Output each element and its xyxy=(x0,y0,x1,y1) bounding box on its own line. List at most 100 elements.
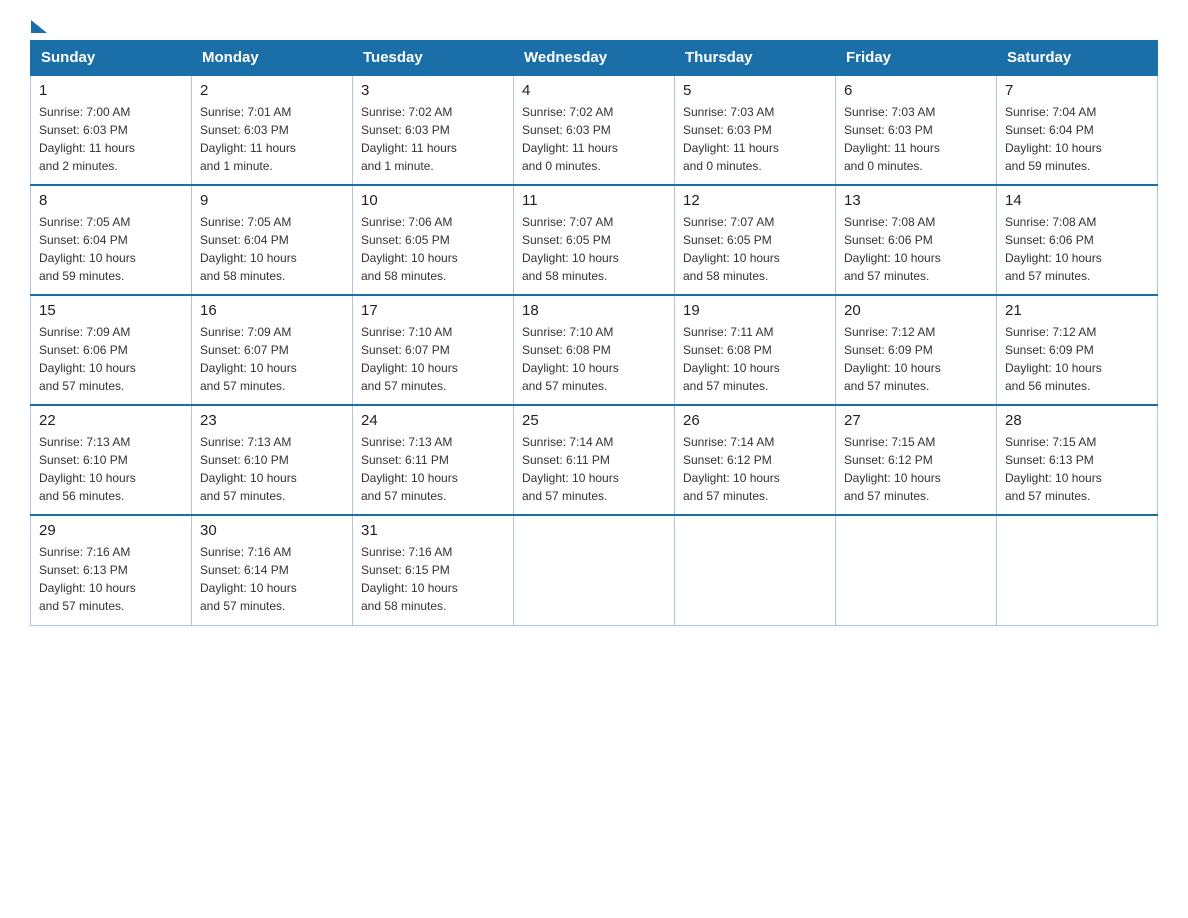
calendar-header-friday: Friday xyxy=(836,41,997,76)
calendar-cell: 22 Sunrise: 7:13 AMSunset: 6:10 PMDaylig… xyxy=(31,405,192,515)
day-info: Sunrise: 7:05 AMSunset: 6:04 PMDaylight:… xyxy=(39,215,136,283)
day-number: 24 xyxy=(361,412,505,429)
calendar-cell xyxy=(836,515,997,625)
day-info: Sunrise: 7:16 AMSunset: 6:15 PMDaylight:… xyxy=(361,545,458,613)
calendar-week-row: 1 Sunrise: 7:00 AMSunset: 6:03 PMDayligh… xyxy=(31,75,1158,185)
day-number: 4 xyxy=(522,82,666,99)
calendar-cell: 12 Sunrise: 7:07 AMSunset: 6:05 PMDaylig… xyxy=(675,185,836,295)
calendar-cell: 28 Sunrise: 7:15 AMSunset: 6:13 PMDaylig… xyxy=(997,405,1158,515)
calendar-cell: 8 Sunrise: 7:05 AMSunset: 6:04 PMDayligh… xyxy=(31,185,192,295)
calendar-cell: 3 Sunrise: 7:02 AMSunset: 6:03 PMDayligh… xyxy=(353,75,514,185)
day-info: Sunrise: 7:08 AMSunset: 6:06 PMDaylight:… xyxy=(1005,215,1102,283)
day-info: Sunrise: 7:14 AMSunset: 6:12 PMDaylight:… xyxy=(683,435,780,503)
calendar-cell: 2 Sunrise: 7:01 AMSunset: 6:03 PMDayligh… xyxy=(192,75,353,185)
day-number: 19 xyxy=(683,302,827,319)
day-number: 25 xyxy=(522,412,666,429)
day-info: Sunrise: 7:14 AMSunset: 6:11 PMDaylight:… xyxy=(522,435,619,503)
calendar-cell: 26 Sunrise: 7:14 AMSunset: 6:12 PMDaylig… xyxy=(675,405,836,515)
day-info: Sunrise: 7:13 AMSunset: 6:11 PMDaylight:… xyxy=(361,435,458,503)
calendar-table: SundayMondayTuesdayWednesdayThursdayFrid… xyxy=(30,40,1158,626)
day-info: Sunrise: 7:13 AMSunset: 6:10 PMDaylight:… xyxy=(200,435,297,503)
day-info: Sunrise: 7:13 AMSunset: 6:10 PMDaylight:… xyxy=(39,435,136,503)
calendar-cell: 19 Sunrise: 7:11 AMSunset: 6:08 PMDaylig… xyxy=(675,295,836,405)
logo-triangle-icon xyxy=(31,20,47,33)
calendar-cell: 16 Sunrise: 7:09 AMSunset: 6:07 PMDaylig… xyxy=(192,295,353,405)
day-info: Sunrise: 7:09 AMSunset: 6:07 PMDaylight:… xyxy=(200,325,297,393)
calendar-cell: 5 Sunrise: 7:03 AMSunset: 6:03 PMDayligh… xyxy=(675,75,836,185)
calendar-header-thursday: Thursday xyxy=(675,41,836,76)
calendar-cell: 4 Sunrise: 7:02 AMSunset: 6:03 PMDayligh… xyxy=(514,75,675,185)
day-number: 26 xyxy=(683,412,827,429)
calendar-header-tuesday: Tuesday xyxy=(353,41,514,76)
day-number: 1 xyxy=(39,82,183,99)
day-number: 17 xyxy=(361,302,505,319)
day-number: 27 xyxy=(844,412,988,429)
day-info: Sunrise: 7:03 AMSunset: 6:03 PMDaylight:… xyxy=(844,105,940,173)
day-number: 13 xyxy=(844,192,988,209)
calendar-week-row: 8 Sunrise: 7:05 AMSunset: 6:04 PMDayligh… xyxy=(31,185,1158,295)
day-number: 20 xyxy=(844,302,988,319)
day-info: Sunrise: 7:04 AMSunset: 6:04 PMDaylight:… xyxy=(1005,105,1102,173)
day-number: 3 xyxy=(361,82,505,99)
day-info: Sunrise: 7:16 AMSunset: 6:13 PMDaylight:… xyxy=(39,545,136,613)
day-info: Sunrise: 7:15 AMSunset: 6:13 PMDaylight:… xyxy=(1005,435,1102,503)
calendar-cell: 23 Sunrise: 7:13 AMSunset: 6:10 PMDaylig… xyxy=(192,405,353,515)
page-header xyxy=(30,20,1158,30)
calendar-cell xyxy=(675,515,836,625)
day-info: Sunrise: 7:12 AMSunset: 6:09 PMDaylight:… xyxy=(1005,325,1102,393)
day-info: Sunrise: 7:03 AMSunset: 6:03 PMDaylight:… xyxy=(683,105,779,173)
day-info: Sunrise: 7:15 AMSunset: 6:12 PMDaylight:… xyxy=(844,435,941,503)
day-info: Sunrise: 7:00 AMSunset: 6:03 PMDaylight:… xyxy=(39,105,135,173)
calendar-cell: 30 Sunrise: 7:16 AMSunset: 6:14 PMDaylig… xyxy=(192,515,353,625)
day-number: 5 xyxy=(683,82,827,99)
day-number: 29 xyxy=(39,522,183,539)
day-number: 14 xyxy=(1005,192,1149,209)
day-number: 8 xyxy=(39,192,183,209)
calendar-cell: 15 Sunrise: 7:09 AMSunset: 6:06 PMDaylig… xyxy=(31,295,192,405)
calendar-header-monday: Monday xyxy=(192,41,353,76)
day-number: 7 xyxy=(1005,82,1149,99)
day-info: Sunrise: 7:05 AMSunset: 6:04 PMDaylight:… xyxy=(200,215,297,283)
day-info: Sunrise: 7:01 AMSunset: 6:03 PMDaylight:… xyxy=(200,105,296,173)
calendar-header-row: SundayMondayTuesdayWednesdayThursdayFrid… xyxy=(31,41,1158,76)
calendar-cell: 10 Sunrise: 7:06 AMSunset: 6:05 PMDaylig… xyxy=(353,185,514,295)
calendar-week-row: 15 Sunrise: 7:09 AMSunset: 6:06 PMDaylig… xyxy=(31,295,1158,405)
calendar-cell: 20 Sunrise: 7:12 AMSunset: 6:09 PMDaylig… xyxy=(836,295,997,405)
calendar-cell: 27 Sunrise: 7:15 AMSunset: 6:12 PMDaylig… xyxy=(836,405,997,515)
calendar-cell: 7 Sunrise: 7:04 AMSunset: 6:04 PMDayligh… xyxy=(997,75,1158,185)
calendar-cell: 17 Sunrise: 7:10 AMSunset: 6:07 PMDaylig… xyxy=(353,295,514,405)
day-info: Sunrise: 7:09 AMSunset: 6:06 PMDaylight:… xyxy=(39,325,136,393)
day-info: Sunrise: 7:07 AMSunset: 6:05 PMDaylight:… xyxy=(683,215,780,283)
day-info: Sunrise: 7:02 AMSunset: 6:03 PMDaylight:… xyxy=(361,105,457,173)
calendar-cell: 29 Sunrise: 7:16 AMSunset: 6:13 PMDaylig… xyxy=(31,515,192,625)
day-number: 23 xyxy=(200,412,344,429)
day-info: Sunrise: 7:06 AMSunset: 6:05 PMDaylight:… xyxy=(361,215,458,283)
day-number: 6 xyxy=(844,82,988,99)
calendar-cell: 9 Sunrise: 7:05 AMSunset: 6:04 PMDayligh… xyxy=(192,185,353,295)
calendar-cell xyxy=(514,515,675,625)
day-info: Sunrise: 7:10 AMSunset: 6:07 PMDaylight:… xyxy=(361,325,458,393)
logo xyxy=(30,20,47,30)
day-info: Sunrise: 7:11 AMSunset: 6:08 PMDaylight:… xyxy=(683,325,780,393)
calendar-week-row: 22 Sunrise: 7:13 AMSunset: 6:10 PMDaylig… xyxy=(31,405,1158,515)
day-info: Sunrise: 7:07 AMSunset: 6:05 PMDaylight:… xyxy=(522,215,619,283)
calendar-cell: 18 Sunrise: 7:10 AMSunset: 6:08 PMDaylig… xyxy=(514,295,675,405)
calendar-cell: 25 Sunrise: 7:14 AMSunset: 6:11 PMDaylig… xyxy=(514,405,675,515)
day-number: 2 xyxy=(200,82,344,99)
day-number: 11 xyxy=(522,192,666,209)
day-number: 30 xyxy=(200,522,344,539)
day-number: 18 xyxy=(522,302,666,319)
calendar-header-sunday: Sunday xyxy=(31,41,192,76)
day-info: Sunrise: 7:10 AMSunset: 6:08 PMDaylight:… xyxy=(522,325,619,393)
day-number: 22 xyxy=(39,412,183,429)
calendar-cell: 24 Sunrise: 7:13 AMSunset: 6:11 PMDaylig… xyxy=(353,405,514,515)
calendar-cell: 1 Sunrise: 7:00 AMSunset: 6:03 PMDayligh… xyxy=(31,75,192,185)
day-number: 12 xyxy=(683,192,827,209)
day-number: 21 xyxy=(1005,302,1149,319)
day-info: Sunrise: 7:02 AMSunset: 6:03 PMDaylight:… xyxy=(522,105,618,173)
day-info: Sunrise: 7:12 AMSunset: 6:09 PMDaylight:… xyxy=(844,325,941,393)
calendar-cell: 13 Sunrise: 7:08 AMSunset: 6:06 PMDaylig… xyxy=(836,185,997,295)
day-number: 31 xyxy=(361,522,505,539)
calendar-cell: 11 Sunrise: 7:07 AMSunset: 6:05 PMDaylig… xyxy=(514,185,675,295)
day-number: 10 xyxy=(361,192,505,209)
